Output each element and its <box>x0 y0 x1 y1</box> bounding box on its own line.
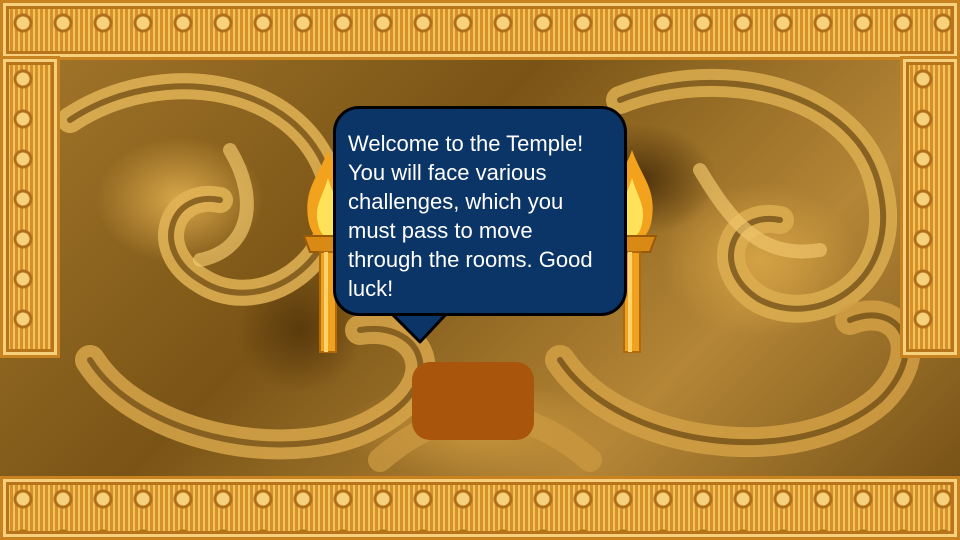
ornate-frame-left <box>0 56 60 358</box>
ornate-frame-bottom <box>0 476 960 540</box>
continue-button[interactable] <box>412 362 534 440</box>
ornate-frame-right <box>900 56 960 358</box>
game-scene: Welcome to the Temple! You will face var… <box>0 0 960 540</box>
ornate-frame-top <box>0 0 960 60</box>
welcome-message: Welcome to the Temple! You will face var… <box>348 131 593 301</box>
speech-bubble: Welcome to the Temple! You will face var… <box>333 106 627 316</box>
